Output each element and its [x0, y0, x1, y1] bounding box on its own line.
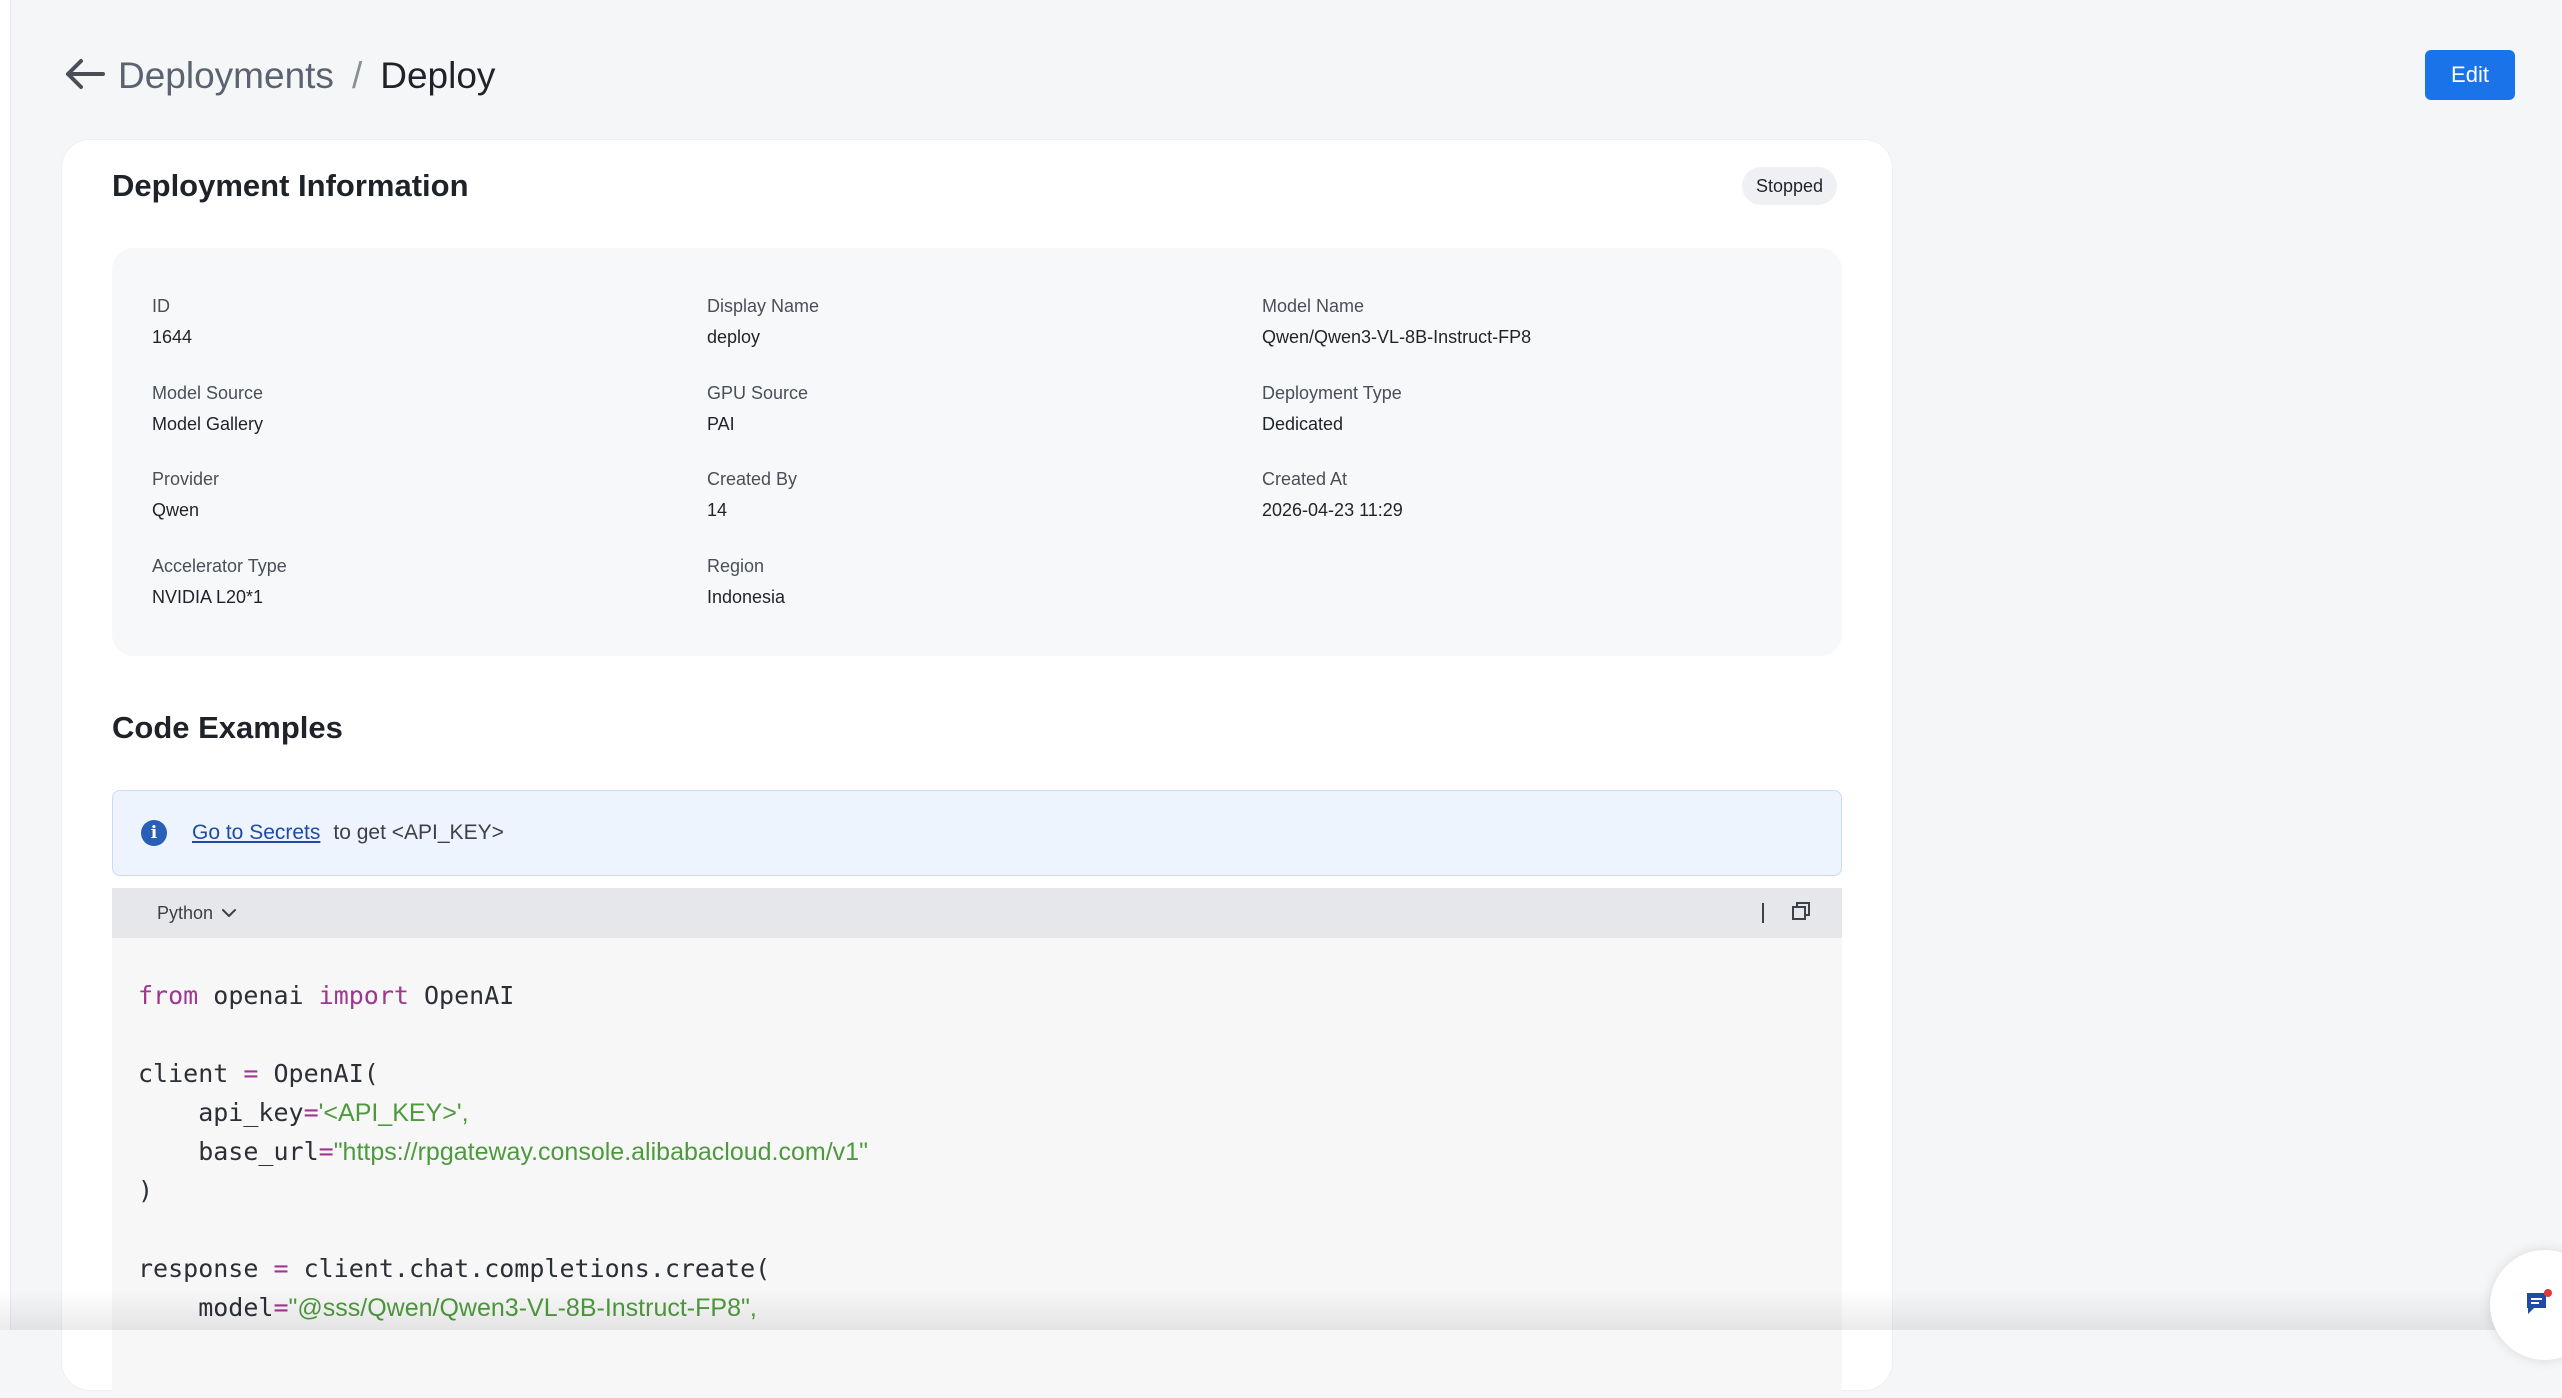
code-token: '<API_KEY>',: [318, 1099, 469, 1127]
code-token: =: [273, 1254, 289, 1283]
field-created-by: Created By 14: [707, 469, 1262, 556]
field-label: Accelerator Type: [152, 555, 287, 576]
field-value: Dedicated: [1262, 413, 1344, 434]
code-token: "https://rpgateway.console.alibabacloud.…: [333, 1138, 868, 1166]
code-token: from: [138, 981, 199, 1010]
code-token: api_key: [138, 1098, 304, 1127]
back-button[interactable]: [60, 52, 108, 100]
field-deployment-type: Deployment Type Dedicated: [1262, 383, 1817, 470]
field-label: Model Source: [152, 382, 264, 403]
field-value: 1644: [152, 327, 193, 347]
deployment-card: Deployment Information Stopped ID 1644 D…: [62, 140, 1892, 1398]
code-token: OpenAI: [408, 981, 515, 1010]
field-id: ID 1644: [152, 296, 707, 383]
chat-icon: [2524, 1288, 2554, 1323]
chat-button[interactable]: [2490, 1250, 2562, 1360]
code-line: client = OpenAI(: [138, 1054, 379, 1093]
language-select-value: Python: [157, 902, 214, 923]
field-region: Region Indonesia: [707, 556, 1262, 643]
breadcrumb-deployments[interactable]: Deployments: [118, 55, 334, 97]
field-label: Created By: [707, 469, 798, 489]
chevron-down-icon: [221, 908, 237, 918]
left-edge: [0, 0, 11, 1330]
alert-text: to get <API_KEY>: [333, 821, 504, 844]
code-token: client.chat.completions.create(: [288, 1254, 771, 1283]
info-panel: ID 1644 Display Name deploy Model Name Q…: [112, 248, 1842, 656]
code-line: base_url="https://rpgateway.console.alib…: [138, 1132, 868, 1171]
field-display-name: Display Name deploy: [707, 296, 1262, 383]
code-line: api_key='<API_KEY>',: [138, 1093, 469, 1132]
code-token: =: [318, 1137, 334, 1166]
code-token: "@sss/Qwen/Qwen3-VL-8B-Instruct-FP8",: [288, 1294, 757, 1322]
field-label: Display Name: [707, 296, 820, 316]
code-token: =: [303, 1098, 319, 1127]
status-badge: Stopped: [1742, 167, 1838, 205]
text-cursor: [1762, 903, 1764, 923]
code-line: model="@sss/Qwen/Qwen3-VL-8B-Instruct-FP…: [138, 1288, 757, 1327]
code-line: from openai import OpenAI: [138, 976, 514, 1015]
secrets-alert: i Go to Secrets to get <API_KEY>: [112, 790, 1842, 876]
edit-button[interactable]: Edit: [2425, 50, 2515, 100]
field-label: Model Name: [1262, 296, 1365, 316]
code-examples-title: Code Examples: [112, 710, 343, 745]
breadcrumb-separator: /: [351, 55, 363, 96]
field-value: 2026-04-23 11:29: [1262, 500, 1403, 520]
code-token: ): [138, 1176, 154, 1205]
code-token: import: [318, 981, 409, 1010]
language-select[interactable]: Python: [157, 903, 237, 924]
field-value: deploy: [707, 327, 761, 347]
code-line: ): [138, 1171, 153, 1210]
field-label: Created At: [1262, 469, 1348, 489]
page-title: Deploy: [380, 55, 496, 96]
field-label: Provider: [152, 469, 220, 489]
copy-button[interactable]: [1790, 901, 1812, 926]
code-token: model: [138, 1293, 274, 1322]
code-token: base_url: [138, 1137, 319, 1166]
toolbar-actions: [1762, 888, 1812, 938]
field-gpu-source: GPU Source PAI: [707, 383, 1262, 470]
arrow-left-icon: [63, 58, 105, 95]
code-block[interactable]: from openai import OpenAI client = OpenA…: [112, 938, 1842, 1398]
field-created-at: Created At 2026-04-23 11:29: [1262, 469, 1817, 556]
field-provider: Provider Qwen: [152, 469, 707, 556]
field-label: Deployment Type: [1262, 382, 1402, 403]
code-token: response: [138, 1254, 274, 1283]
go-to-secrets-link[interactable]: Go to Secrets: [192, 821, 320, 845]
info-icon: i: [141, 820, 167, 846]
code-token: openai: [198, 981, 319, 1010]
code-line: response = client.chat.completions.creat…: [138, 1249, 770, 1288]
field-value: 14: [707, 500, 728, 520]
page-header: Deployments / Deploy: [60, 48, 495, 104]
deployment-info-title: Deployment Information: [112, 168, 469, 203]
field-label: Region: [707, 555, 765, 576]
field-label: ID: [152, 296, 170, 316]
field-value: NVIDIA L20*1: [152, 586, 264, 607]
copy-icon: [1791, 901, 1811, 926]
field-label: GPU Source: [707, 382, 809, 403]
field-value: Model Gallery: [152, 413, 264, 434]
field-value: Qwen/Qwen3-VL-8B-Instruct-FP8: [1262, 327, 1532, 347]
field-value: PAI: [707, 413, 735, 434]
code-toolbar: Python: [112, 888, 1842, 938]
field-model-name: Model Name Qwen/Qwen3-VL-8B-Instruct-FP8: [1262, 296, 1817, 383]
info-grid: ID 1644 Display Name deploy Model Name Q…: [152, 296, 1817, 642]
code-token: =: [243, 1059, 259, 1088]
field-accelerator-type: Accelerator Type NVIDIA L20*1: [152, 556, 707, 643]
code-token: client: [138, 1059, 244, 1088]
field-value: Qwen: [152, 500, 200, 520]
code-token: =: [273, 1293, 289, 1322]
code-token: OpenAI(: [258, 1059, 379, 1088]
field-model-source: Model Source Model Gallery: [152, 383, 707, 470]
field-value: Indonesia: [707, 586, 786, 607]
